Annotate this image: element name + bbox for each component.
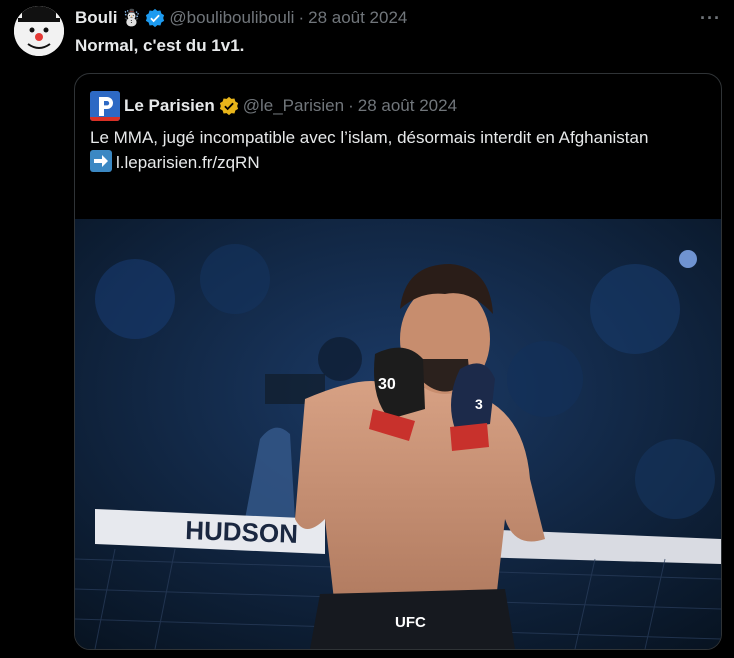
snowman-avatar-icon <box>14 6 64 56</box>
separator-dot: · <box>298 8 305 27</box>
quoted-separator-dot: · <box>348 96 354 115</box>
verified-badge-icon <box>146 8 165 28</box>
author-handle[interactable]: @bouliboulibouli <box>169 8 294 28</box>
shorts-logo: UFC <box>395 614 426 631</box>
quoted-tweet-text: Le MMA, jugé incompatible avec l’islam, … <box>90 128 649 147</box>
quoted-tweet-image[interactable]: HUDSON 30 3 UFC <box>75 219 721 649</box>
tweet-date[interactable]: 28 août 2024 <box>308 8 407 28</box>
quoted-tweet-body: Le MMA, jugé incompatible avec l’islam, … <box>90 125 700 175</box>
svg-text:3: 3 <box>475 396 483 412</box>
quoted-tweet-date[interactable]: 28 août 2024 <box>358 96 457 116</box>
quoted-tweet-link[interactable]: l.leparisien.fr/zqRN <box>116 153 260 172</box>
tweet[interactable]: Bouli ☃️ @bouliboulibouli · 28 août 2024… <box>0 0 734 658</box>
quoted-author-name[interactable]: Le Parisien <box>124 96 215 116</box>
avatar[interactable] <box>14 6 64 56</box>
more-options-icon[interactable]: ··· <box>700 8 721 29</box>
gold-verified-badge-icon <box>219 96 238 116</box>
quoted-tweet[interactable]: Le Parisien @le_Parisien · 28 août 2024 … <box>74 73 722 650</box>
left-glove-number: 30 <box>378 376 396 393</box>
tweet-header: Bouli ☃️ @bouliboulibouli · 28 août 2024 <box>75 6 407 30</box>
tweet-text: Normal, c'est du 1v1. <box>75 36 245 55</box>
snowman-emoji-icon: ☃️ <box>121 10 142 27</box>
right-arrow-icon <box>90 150 112 172</box>
quoted-tweet-link-row: l.leparisien.fr/zqRN <box>90 150 700 175</box>
quoted-author-handle[interactable]: @le_Parisien <box>243 96 344 116</box>
mma-fighter-photo: HUDSON 30 3 UFC <box>75 219 721 649</box>
le-parisien-logo-icon[interactable] <box>90 91 120 121</box>
author-name[interactable]: Bouli <box>75 8 118 28</box>
banner-text: HUDSON <box>185 515 299 549</box>
quoted-tweet-header: Le Parisien @le_Parisien · 28 août 2024 <box>90 91 457 121</box>
